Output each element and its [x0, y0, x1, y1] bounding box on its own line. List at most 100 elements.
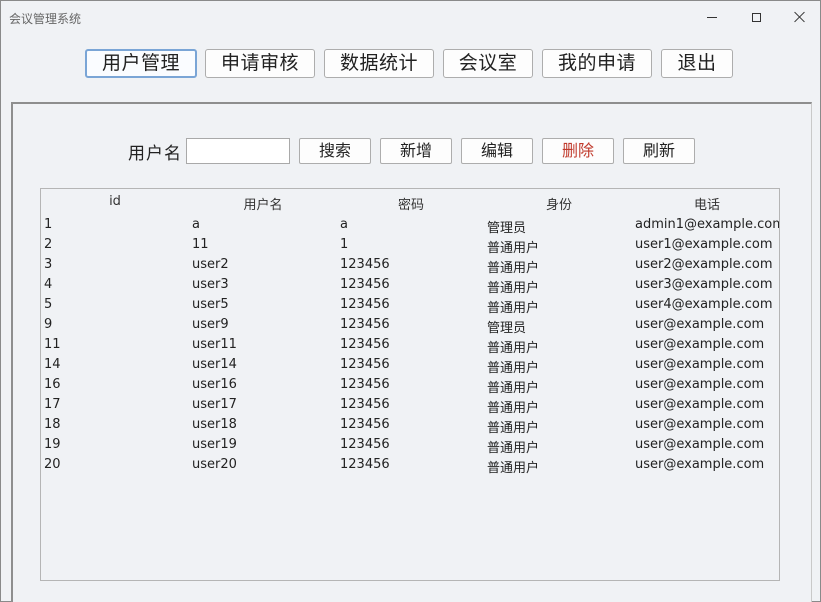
username-label: 用户名: [128, 144, 182, 164]
cell-password: 123456: [340, 337, 390, 352]
table-row[interactable]: 16 user16 123456 普通用户 user@example.com: [41, 375, 779, 396]
cell-role: 普通用户: [487, 401, 540, 416]
minimize-icon: [707, 16, 717, 18]
cell-role: 普通用户: [487, 241, 540, 256]
nav-application-review-button[interactable]: 申请审核: [205, 49, 315, 78]
cell-username: user20: [192, 457, 237, 472]
table-row[interactable]: 20 user20 123456 普通用户 user@example.com: [41, 455, 779, 476]
cell-password: 123456: [340, 297, 390, 312]
cell-id: 11: [44, 337, 61, 352]
table-row[interactable]: 3 user2 123456 普通用户 user2@example.com: [41, 255, 779, 276]
window-title: 会议管理系统: [9, 12, 82, 26]
cell-username: user9: [192, 317, 229, 332]
table-row[interactable]: 14 user14 123456 普通用户 user@example.com: [41, 355, 779, 376]
table-row[interactable]: 17 user17 123456 普通用户 user@example.com: [41, 395, 779, 416]
cell-username: user19: [192, 437, 237, 452]
table-row[interactable]: 11 user11 123456 普通用户 user@example.com: [41, 335, 779, 356]
cell-role: 管理员: [487, 221, 527, 236]
cell-id: 5: [44, 297, 53, 312]
user-table[interactable]: id 用户名 密码 身份 电话 1 a a 管理员 admin1@example.com…: [40, 188, 780, 581]
cell-id: 4: [44, 277, 53, 292]
table-row[interactable]: 5 user5 123456 普通用户 user4@example.com: [41, 295, 779, 316]
cell-role: 普通用户: [487, 381, 540, 396]
cell-role: 普通用户: [487, 301, 540, 316]
search-button[interactable]: 搜索: [299, 138, 371, 164]
cell-role: 管理员: [487, 321, 527, 336]
table-row[interactable]: 2 11 1 普通用户 user1@example.com: [41, 235, 779, 256]
username-search-input[interactable]: [186, 138, 290, 164]
cell-id: 17: [44, 397, 61, 412]
cell-password: 123456: [340, 357, 390, 372]
cell-phone: user@example.com: [635, 397, 765, 412]
cell-phone: user@example.com: [635, 457, 765, 472]
cell-username: user16: [192, 377, 237, 392]
close-button[interactable]: [778, 1, 821, 33]
refresh-button[interactable]: 刷新: [623, 138, 695, 164]
cell-username: user11: [192, 337, 237, 352]
app-window: 会议管理系统 用户管理 申请审核 数据统计 会议室 我的申请 退出 用户名 搜索…: [0, 0, 821, 602]
cell-id: 3: [44, 257, 53, 272]
nav-meeting-room-button[interactable]: 会议室: [443, 49, 533, 78]
cell-password: 123456: [340, 317, 390, 332]
table-row[interactable]: 1 a a 管理员 admin1@example.com: [41, 215, 780, 236]
cell-phone: user@example.com: [635, 417, 765, 432]
table-row[interactable]: 18 user18 123456 普通用户 user@example.com: [41, 415, 779, 436]
cell-role: 普通用户: [487, 281, 540, 296]
cell-phone: user@example.com: [635, 357, 765, 372]
column-header-role[interactable]: 身份: [485, 194, 633, 213]
cell-role: 普通用户: [487, 461, 540, 476]
cell-username: user5: [192, 297, 229, 312]
nav-my-applications-button[interactable]: 我的申请: [542, 49, 652, 78]
cell-username: user17: [192, 397, 237, 412]
delete-button[interactable]: 删除: [542, 138, 614, 164]
cell-password: 123456: [340, 277, 390, 292]
minimize-button[interactable]: [690, 1, 734, 33]
cell-username: 11: [192, 237, 209, 252]
cell-role: 普通用户: [487, 341, 540, 356]
title-bar: 会议管理系统: [1, 1, 820, 33]
column-header-username[interactable]: 用户名: [189, 194, 337, 213]
cell-phone: user@example.com: [635, 437, 765, 452]
cell-phone: user3@example.com: [635, 277, 773, 292]
nav-user-management-button[interactable]: 用户管理: [85, 49, 197, 78]
cell-id: 18: [44, 417, 61, 432]
column-header-id[interactable]: id: [41, 194, 189, 209]
cell-username: user14: [192, 357, 237, 372]
table-row[interactable]: 9 user9 123456 管理员 user@example.com: [41, 315, 779, 336]
cell-phone: user@example.com: [635, 337, 765, 352]
cell-phone: admin1@example.com: [635, 217, 780, 232]
nav-statistics-button[interactable]: 数据统计: [324, 49, 434, 78]
cell-id: 14: [44, 357, 61, 372]
cell-phone: user2@example.com: [635, 257, 773, 272]
cell-role: 普通用户: [487, 421, 540, 436]
cell-username: user18: [192, 417, 237, 432]
cell-username: a: [192, 217, 200, 232]
edit-button[interactable]: 编辑: [461, 138, 533, 164]
cell-id: 9: [44, 317, 53, 332]
cell-id: 16: [44, 377, 61, 392]
table-header: id 用户名 密码 身份 电话: [41, 189, 779, 215]
cell-password: 1: [340, 237, 349, 252]
cell-password: 123456: [340, 257, 390, 272]
table-row[interactable]: 4 user3 123456 普通用户 user3@example.com: [41, 275, 779, 296]
maximize-button[interactable]: [734, 1, 778, 33]
cell-password: 123456: [340, 437, 390, 452]
table-row[interactable]: 19 user19 123456 普通用户 user@example.com: [41, 435, 779, 456]
column-header-phone[interactable]: 电话: [633, 194, 779, 213]
cell-id: 2: [44, 237, 53, 252]
cell-password: 123456: [340, 397, 390, 412]
column-header-password[interactable]: 密码: [337, 194, 485, 213]
nav-exit-button[interactable]: 退出: [661, 49, 733, 78]
cell-phone: user1@example.com: [635, 237, 773, 252]
cell-password: a: [340, 217, 348, 232]
add-button[interactable]: 新增: [380, 138, 452, 164]
cell-id: 20: [44, 457, 61, 472]
cell-username: user3: [192, 277, 229, 292]
cell-password: 123456: [340, 457, 390, 472]
cell-password: 123456: [340, 417, 390, 432]
cell-id: 1: [44, 217, 53, 232]
cell-id: 19: [44, 437, 61, 452]
cell-role: 普通用户: [487, 261, 540, 276]
cell-phone: user@example.com: [635, 317, 765, 332]
maximize-icon: [751, 12, 761, 22]
